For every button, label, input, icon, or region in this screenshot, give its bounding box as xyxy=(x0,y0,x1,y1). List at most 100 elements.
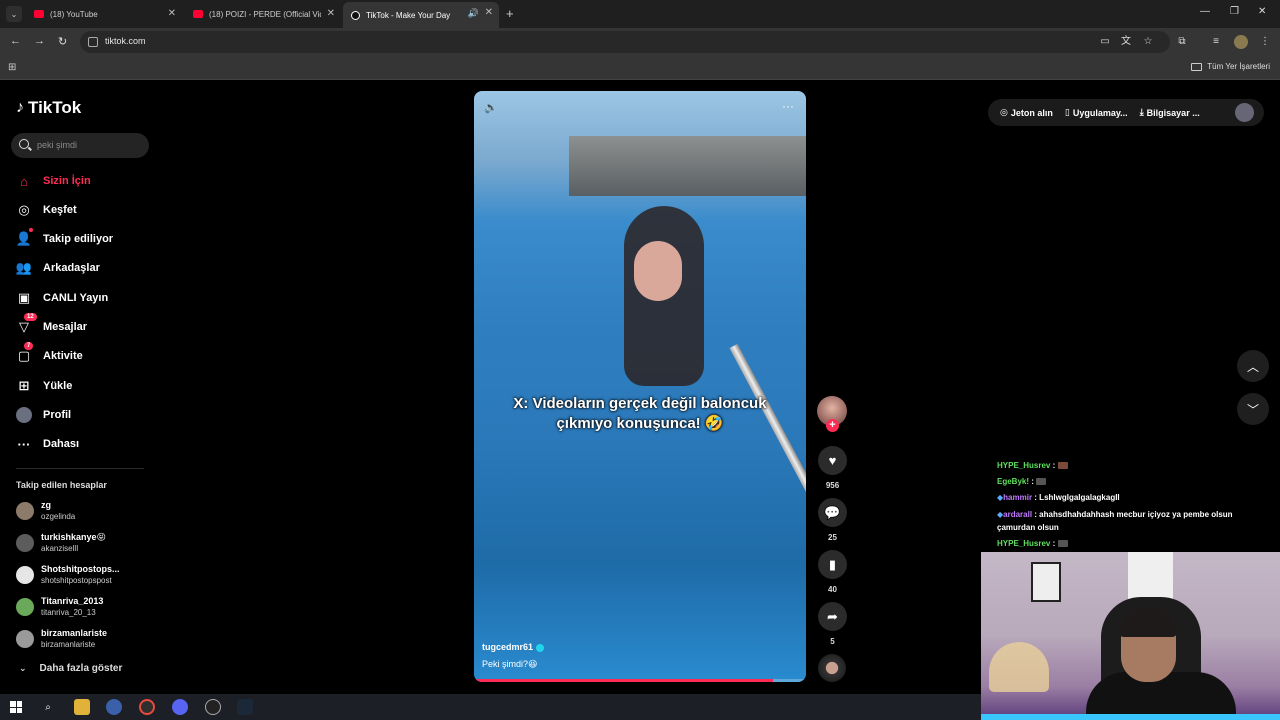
extensions-icon[interactable]: ⧉ xyxy=(1176,36,1188,48)
all-bookmarks-button[interactable]: Tüm Yer İşaretleri xyxy=(1191,62,1270,71)
nav-label: Dahası xyxy=(43,438,80,450)
tab-poizi[interactable]: (18) POIZI - PERDE (Official Vid ✕ xyxy=(185,3,341,25)
bookmark-star-icon[interactable]: ☆ xyxy=(1142,36,1154,48)
url-text: tiktok.com xyxy=(105,36,146,46)
save-button[interactable]: ▮ xyxy=(818,550,847,579)
following-account-item[interactable]: Titanriva_2013 titanriva_20_13 xyxy=(16,594,103,620)
window-close-icon[interactable]: ✕ xyxy=(1258,6,1266,17)
show-more-button[interactable]: ⌄ Daha fazla göster xyxy=(19,663,122,674)
share-icon: ➦ xyxy=(827,608,838,624)
nav-friends[interactable]: 👥 Arkadaşlar xyxy=(16,258,100,278)
nav-following[interactable]: 👤 Takip ediliyor xyxy=(16,228,113,249)
restore-icon[interactable]: ❐ xyxy=(1230,6,1239,17)
app-icon[interactable] xyxy=(106,699,122,715)
user-avatar[interactable] xyxy=(1235,103,1254,122)
apps-grid-icon[interactable]: ⊞ xyxy=(8,62,16,73)
nav-for-you[interactable]: ⌂ Sizin İçin xyxy=(16,171,91,191)
share-button[interactable]: ➦ xyxy=(818,602,847,631)
next-video-button[interactable]: ﹀ xyxy=(1237,393,1269,425)
tab-tiktok[interactable]: TikTok - Make Your Day 🔊 ✕ xyxy=(343,2,499,28)
steam-icon[interactable] xyxy=(237,699,253,715)
phone-icon: ▯ xyxy=(1064,107,1070,117)
comment-button[interactable]: 💬 xyxy=(818,498,847,527)
account-name: zg xyxy=(41,500,51,510)
close-icon[interactable]: ✕ xyxy=(485,7,493,18)
following-accounts-title: Takip edilen hesaplar xyxy=(16,480,107,490)
video-progress-bar[interactable] xyxy=(474,679,806,682)
more-options-icon[interactable]: ··· xyxy=(782,99,794,113)
speaker-icon[interactable]: 🔊 xyxy=(468,8,479,19)
discord-icon[interactable] xyxy=(172,699,188,715)
search-icon xyxy=(19,139,29,149)
following-account-item[interactable]: turkishkanye😝 akanzisellI xyxy=(16,530,106,556)
download-icon: ⤓ xyxy=(1139,107,1144,117)
avatar xyxy=(16,502,34,520)
video-player[interactable]: 🔈 ··· X: Videoların gerçek değil baloncu… xyxy=(474,91,806,682)
search-input[interactable]: peki şimdi xyxy=(11,133,149,158)
minimize-icon[interactable]: — xyxy=(1200,6,1210,17)
youtube-icon xyxy=(34,10,44,18)
chat-username: EgeByk! xyxy=(997,477,1030,486)
browser-profile-avatar[interactable] xyxy=(1234,35,1248,49)
tab-search-button[interactable]: ⌄ xyxy=(6,6,22,22)
chevron-down-icon: ⌄ xyxy=(19,663,27,673)
following-account-item[interactable]: birzamanlariste birzamanlariste xyxy=(16,626,107,652)
following-account-item[interactable]: Shotshitpostops... shotshitpostopspost xyxy=(16,562,120,588)
media-control-icon[interactable]: ≡ xyxy=(1210,36,1222,48)
windows-start-icon[interactable] xyxy=(10,701,22,713)
windows-taskbar: ⌕ xyxy=(0,694,981,720)
get-app-button[interactable]: ▯ Uygulamay... xyxy=(1065,107,1128,118)
video-caption-overlay: X: Videoların gerçek değil baloncuk çıkm… xyxy=(474,394,806,434)
emote-icon xyxy=(1036,478,1047,486)
chat-message: HYPE_Husrev : xyxy=(997,536,1272,552)
follow-plus-icon[interactable]: + xyxy=(826,419,839,432)
account-username: birzamanlariste xyxy=(41,640,96,649)
address-toolbar: ← → ↻ tiktok.com ▭ 文 ☆ ⧉ ≡ ⋮ xyxy=(0,28,1280,56)
chat-message: ◆hammir : LshlwglgalgalagkagII xyxy=(997,490,1272,506)
obs-icon[interactable] xyxy=(205,699,221,715)
chrome-icon[interactable] xyxy=(139,699,155,715)
account-username: titanriva_20_13 xyxy=(41,608,96,617)
coin-icon: ◎ xyxy=(1000,107,1008,117)
sidebar-divider xyxy=(16,468,144,469)
nav-live[interactable]: ▣ CANLI Yayın xyxy=(16,288,108,308)
reload-icon[interactable]: ↻ xyxy=(58,35,67,48)
pool-deck-scene xyxy=(569,136,806,196)
site-info-icon[interactable] xyxy=(88,37,98,47)
browser-tab-bar: ⌄ (18) YouTube ✕ (18) POIZI - PERDE (Off… xyxy=(0,0,1280,28)
tab-youtube[interactable]: (18) YouTube ✕ xyxy=(26,3,182,25)
nav-profile[interactable]: Profil xyxy=(16,405,71,425)
back-icon[interactable]: ← xyxy=(10,35,21,47)
translate-icon[interactable]: 文 xyxy=(1120,36,1132,48)
nav-activity[interactable]: ▢ 7 Aktivite xyxy=(16,342,83,366)
more-icon: ··· xyxy=(17,436,31,452)
previous-video-button[interactable]: ︿ xyxy=(1237,350,1269,382)
file-explorer-icon[interactable] xyxy=(74,699,90,715)
address-bar[interactable]: tiktok.com xyxy=(80,31,1170,53)
search-icon[interactable]: ⌕ xyxy=(40,699,56,715)
nav-more[interactable]: ··· Dahası xyxy=(16,434,80,454)
browser-menu-icon[interactable]: ⋮ xyxy=(1259,36,1271,48)
tiktok-logo[interactable]: ♪ TikTok xyxy=(16,98,81,118)
desktop-app-button[interactable]: ⤓ Bilgisayar ... xyxy=(1140,107,1200,118)
activity-badge: 7 xyxy=(24,342,34,350)
like-button[interactable]: ♥ xyxy=(818,446,847,475)
search-placeholder: peki şimdi xyxy=(37,140,78,150)
nav-label: Keşfet xyxy=(43,204,77,216)
chat-text: : xyxy=(1031,477,1034,486)
nav-upload[interactable]: ⊞ Yükle xyxy=(16,376,73,396)
cast-icon[interactable]: ▭ xyxy=(1099,36,1111,48)
new-tab-button[interactable]: + xyxy=(506,6,514,21)
close-icon[interactable]: ✕ xyxy=(168,8,176,19)
volume-icon[interactable]: 🔈 xyxy=(484,101,498,114)
forward-icon[interactable]: → xyxy=(34,35,45,47)
nav-explore[interactable]: ◎ Keşfet xyxy=(16,200,77,220)
get-coins-button[interactable]: ◎ Jeton alın xyxy=(1000,107,1053,118)
close-icon[interactable]: ✕ xyxy=(327,8,335,19)
account-name: birzamanlariste xyxy=(41,628,108,638)
swimmer-face xyxy=(634,241,682,301)
video-author[interactable]: tugcedmr61 xyxy=(482,642,545,652)
following-account-item[interactable]: zg ozgelinda xyxy=(16,498,75,524)
nav-messages[interactable]: ▽ 12 Mesajlar xyxy=(16,313,87,337)
music-disc-icon[interactable] xyxy=(818,654,846,682)
